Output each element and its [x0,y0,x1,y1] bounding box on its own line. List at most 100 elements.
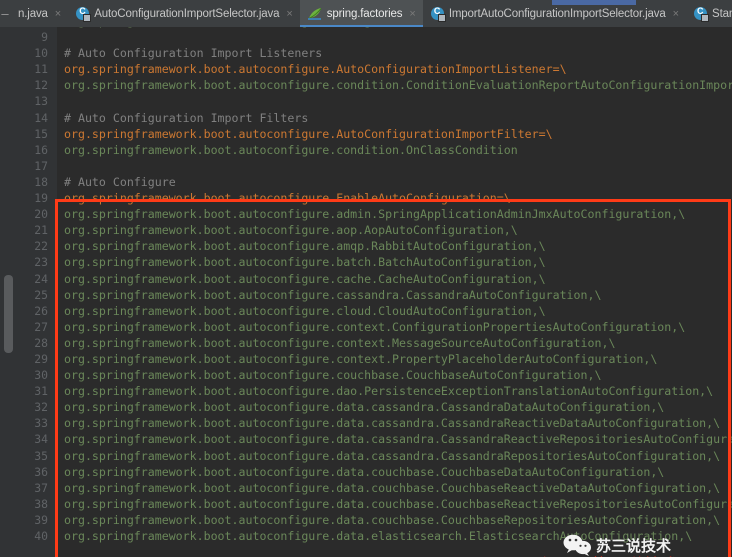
line-number: 37 [34,480,48,495]
tab-overflow-glyph: — [1,6,9,21]
code-token: org.springframework.boot.autoconfigure.a… [64,207,686,222]
code-line[interactable]: org.springframework.boot.autoconfigure.c… [57,335,732,351]
code-token: org.springframework.boot.autoconfigure.c… [64,368,602,383]
code-line[interactable]: # Auto Configuration Import Filters [57,110,732,126]
line-number: 10 [34,46,48,61]
code-line[interactable]: org.springframework.boot.autoconfigure.d… [57,415,732,431]
line-number: 17 [34,158,48,173]
code-line[interactable]: # Auto Configure [57,174,732,190]
code-line[interactable]: org.springframework.boot.autoconfigure.d… [57,512,732,528]
line-number: 27 [34,319,48,334]
code-line[interactable]: org.springframework.boot.autoconfigure.E… [57,190,732,206]
tab-standardar[interactable]: StandardAr [686,0,732,27]
code-line[interactable]: # Auto Configuration Import Listeners [57,45,732,61]
java-class-icon [76,6,92,22]
tab-label: spring.factories [326,7,403,20]
spring-leaf-icon [307,7,322,20]
line-number: 32 [34,400,48,415]
line-number-gutter: 8910111213141516171819202122232425262728… [17,27,57,557]
code-token: org.springframework.boot.autoconfigure.d… [64,416,721,431]
code-line[interactable] [57,93,732,109]
code-token: org.springframework.boot.autoconfigure.B… [64,27,504,28]
line-number: 28 [34,335,48,350]
line-number: 33 [34,416,48,431]
tab-overflow-indicator[interactable]: — [0,0,10,27]
code-token: # Auto Configure [64,174,176,189]
code-token: org.springframework.boot.autoconfigure.d… [64,512,721,527]
code-line[interactable]: org.springframework.boot.autoconfigure.c… [57,303,732,319]
code-token: org.springframework.boot.autoconfigure.a… [64,239,546,254]
tab-label: AutoConfigurationImportSelector.java [94,7,280,20]
code-line[interactable]: org.springframework.boot.autoconfigure.c… [57,77,732,93]
code-line[interactable]: org.springframework.boot.autoconfigure.c… [57,287,732,303]
line-number: 15 [34,126,48,141]
code-line[interactable]: org.springframework.boot.autoconfigure.d… [57,464,732,480]
tab-autoconfigurationimportselector-java[interactable]: AutoConfigurationImportSelector.java × [68,0,300,27]
code-line[interactable] [57,29,732,45]
line-number: 38 [34,496,48,511]
line-number: 29 [34,351,48,366]
line-number: 35 [34,448,48,463]
tab-n-java[interactable]: n.java × [10,0,68,27]
editor-tab-bar: — n.java × AutoConfigurationImportSelect… [0,0,732,27]
line-number: 36 [34,464,48,479]
code-token: org.springframework.boot.autoconfigure.c… [64,303,546,318]
line-number: 18 [34,174,48,189]
tab-label: StandardAr [712,7,732,20]
line-number: 12 [34,78,48,93]
tab-spring-factories[interactable]: spring.factories × [299,0,423,27]
code-line[interactable]: org.springframework.boot.autoconfigure.A… [57,61,732,77]
code-token: # Auto Configuration Import Filters [64,110,309,125]
line-number: 40 [34,529,48,543]
vertical-scrollbar-thumb[interactable] [4,275,13,353]
line-number: 30 [34,368,48,383]
code-line[interactable]: org.springframework.boot.autoconfigure.c… [57,367,732,383]
code-editor: 8910111213141516171819202122232425262728… [0,27,732,557]
close-icon[interactable]: × [55,8,61,20]
code-line[interactable]: org.springframework.boot.autoconfigure.d… [57,528,732,544]
code-line[interactable]: org.springframework.boot.autoconfigure.d… [57,399,732,415]
code-line[interactable]: org.springframework.boot.autoconfigure.d… [57,431,732,447]
close-icon[interactable]: × [286,8,292,20]
code-content-area[interactable]: org.springframework.boot.autoconfigure.B… [57,27,732,557]
code-token: org.springframework.boot.autoconfigure.d… [64,464,665,479]
code-line[interactable]: org.springframework.boot.autoconfigure.d… [57,496,732,512]
line-number: 9 [41,30,48,45]
code-token: org.springframework.boot.autoconfigure.d… [64,529,693,543]
tab-label: ImportAutoConfigurationImportSelector.ja… [448,7,666,20]
code-line[interactable]: org.springframework.boot.autoconfigure.d… [57,480,732,496]
editor-left-rail [0,27,17,557]
code-token: org.springframework.boot.autoconfigure.E… [64,191,511,206]
code-token: org.springframework.boot.autoconfigure.c… [64,142,518,157]
code-line[interactable]: org.springframework.boot.autoconfigure.A… [57,126,732,142]
line-number: 22 [34,239,48,254]
code-token: org.springframework.boot.autoconfigure.b… [64,255,546,270]
code-token: org.springframework.boot.autoconfigure.A… [64,62,567,77]
code-token: org.springframework.boot.autoconfigure.c… [64,319,686,334]
code-token: org.springframework.boot.autoconfigure.d… [64,432,732,447]
code-line[interactable]: org.springframework.boot.autoconfigure.c… [57,351,732,367]
code-token: # Auto Configuration Import Listeners [64,46,323,61]
code-line[interactable]: org.springframework.boot.autoconfigure.d… [57,383,732,399]
code-token: org.springframework.boot.autoconfigure.d… [64,384,714,399]
line-number: 26 [34,303,48,318]
code-line[interactable]: org.springframework.boot.autoconfigure.a… [57,222,732,238]
code-line[interactable] [57,158,732,174]
code-line[interactable]: org.springframework.boot.autoconfigure.c… [57,142,732,158]
code-line[interactable]: org.springframework.boot.autoconfigure.c… [57,319,732,335]
code-token: org.springframework.boot.autoconfigure.c… [64,287,602,302]
code-line[interactable]: org.springframework.boot.autoconfigure.c… [57,271,732,287]
line-number: 16 [34,142,48,157]
code-token: org.springframework.boot.autoconfigure.a… [64,223,518,238]
code-token: org.springframework.boot.autoconfigure.d… [64,496,732,511]
close-icon[interactable]: × [409,8,415,20]
code-line[interactable]: org.springframework.boot.autoconfigure.d… [57,448,732,464]
code-token: org.springframework.boot.autoconfigure.d… [64,400,665,415]
code-line[interactable]: org.springframework.boot.autoconfigure.a… [57,206,732,222]
code-line[interactable]: org.springframework.boot.autoconfigure.b… [57,254,732,270]
code-line[interactable]: org.springframework.boot.autoconfigure.a… [57,238,732,254]
line-number: 24 [34,271,48,286]
code-token: org.springframework.boot.autoconfigure.c… [64,351,658,366]
code-token: org.springframework.boot.autoconfigure.d… [64,480,721,495]
close-icon[interactable]: × [673,8,679,20]
